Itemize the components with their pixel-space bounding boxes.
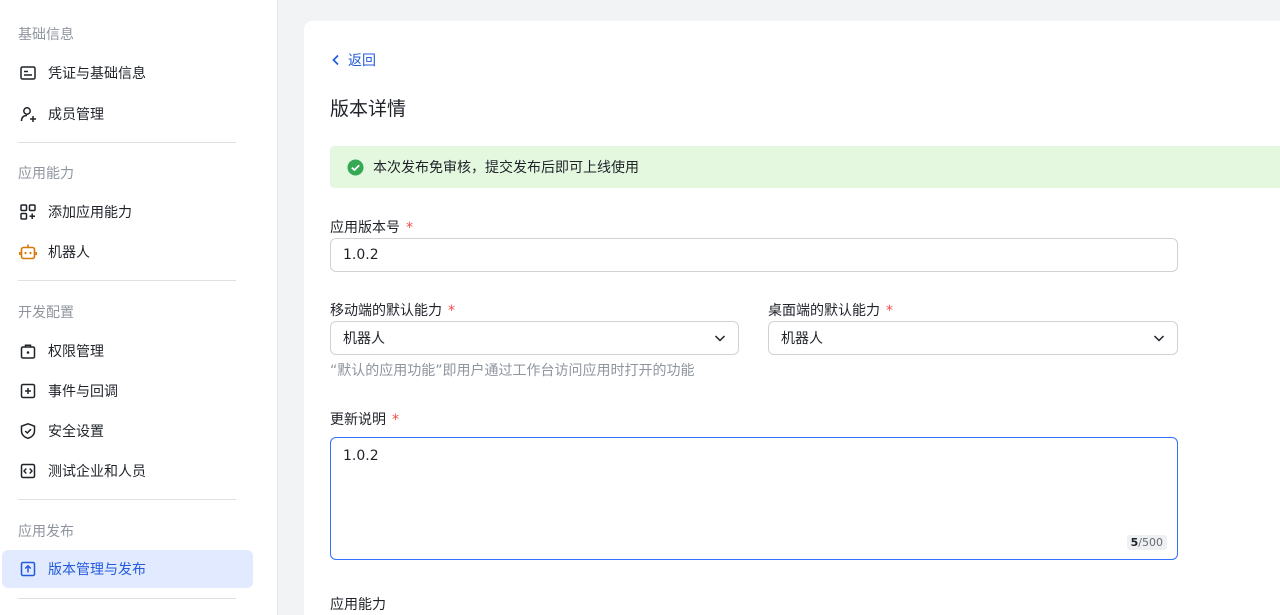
notes-value: 1.0.2 [343, 448, 379, 464]
section-title-capability: 应用能力 [18, 166, 74, 182]
capability-section-label: 应用能力 [330, 597, 386, 613]
char-max: /500 [1138, 536, 1163, 549]
robot-icon [18, 242, 38, 262]
sidebar-item-add-capability[interactable]: 添加应用能力 [2, 193, 253, 231]
add-member-icon [18, 104, 38, 124]
divider [18, 280, 236, 281]
sidebar-item-label: 事件与回调 [48, 384, 118, 400]
notice-text: 本次发布免审核，提交发布后即可上线使用 [373, 160, 639, 176]
char-counter: 5/500 [1126, 535, 1167, 550]
section-title-dev: 开发配置 [18, 305, 74, 321]
sidebar-item-test-users[interactable]: 测试企业和人员 [2, 452, 253, 490]
permission-icon [18, 341, 38, 361]
code-icon [18, 461, 38, 481]
sidebar-item-events[interactable]: 事件与回调 [2, 372, 253, 410]
section-title-release: 应用发布 [18, 524, 74, 540]
back-label: 返回 [348, 53, 376, 69]
upload-icon [18, 559, 38, 579]
section-title-basic: 基础信息 [18, 27, 74, 43]
release-notes-textarea[interactable]: 1.0.2 5/500 [330, 437, 1178, 560]
sidebar-item-version-release[interactable]: 版本管理与发布 [2, 550, 253, 588]
divider [18, 598, 236, 599]
sidebar: 基础信息 凭证与基础信息 成员管理 应用能力 添加应用能力 机器人 开发配置 权… [0, 0, 278, 615]
success-notice: 本次发布免审核，提交发布后即可上线使用 [330, 146, 1280, 188]
desktop-label: 桌面端的默认能力 [768, 303, 880, 319]
default-capability-hint: “默认的应用功能”即用户通过工作台访问应用时打开的功能 [330, 363, 695, 379]
sidebar-item-robot[interactable]: 机器人 [2, 233, 253, 271]
sidebar-item-members[interactable]: 成员管理 [2, 95, 253, 133]
sidebar-item-label: 安全设置 [48, 424, 104, 440]
version-input[interactable]: 1.0.2 [330, 238, 1178, 272]
divider [18, 142, 236, 143]
sidebar-item-label: 添加应用能力 [48, 205, 132, 221]
mobile-label-row: 移动端的默认能力 * [330, 300, 455, 320]
mobile-capability-select[interactable]: 机器人 [330, 321, 739, 355]
sidebar-item-label: 凭证与基础信息 [48, 66, 146, 82]
sidebar-item-permissions[interactable]: 权限管理 [2, 332, 253, 370]
shield-icon [18, 421, 38, 441]
required-mark: * [886, 303, 893, 319]
notes-label-row: 更新说明 * [330, 409, 399, 429]
sidebar-item-security[interactable]: 安全设置 [2, 412, 253, 450]
chevron-left-icon [332, 54, 339, 66]
back-link[interactable]: 返回 [330, 50, 376, 70]
chevron-down-icon [1153, 335, 1165, 342]
sidebar-item-label: 权限管理 [48, 344, 104, 360]
desktop-value: 机器人 [781, 331, 823, 347]
mobile-label: 移动端的默认能力 [330, 303, 442, 319]
sidebar-item-label: 成员管理 [48, 107, 104, 123]
sidebar-item-label: 机器人 [48, 245, 90, 261]
version-label: 应用版本号 [330, 220, 400, 236]
credential-icon [18, 63, 38, 83]
version-label-row: 应用版本号 * [330, 217, 413, 237]
desktop-capability-select[interactable]: 机器人 [768, 321, 1178, 355]
add-capability-icon [18, 202, 38, 222]
event-icon [18, 381, 38, 401]
divider [18, 499, 236, 500]
sidebar-item-label: 测试企业和人员 [48, 464, 146, 480]
chevron-down-icon [714, 335, 726, 342]
check-circle-icon [347, 159, 364, 176]
required-mark: * [406, 220, 413, 236]
sidebar-item-label: 版本管理与发布 [48, 562, 146, 578]
required-mark: * [392, 412, 399, 428]
required-mark: * [448, 303, 455, 319]
desktop-label-row: 桌面端的默认能力 * [768, 300, 893, 320]
version-value: 1.0.2 [343, 247, 379, 263]
page-title: 版本详情 [330, 98, 407, 120]
notes-label: 更新说明 [330, 412, 386, 428]
sidebar-item-credentials[interactable]: 凭证与基础信息 [2, 54, 253, 92]
mobile-value: 机器人 [343, 331, 385, 347]
